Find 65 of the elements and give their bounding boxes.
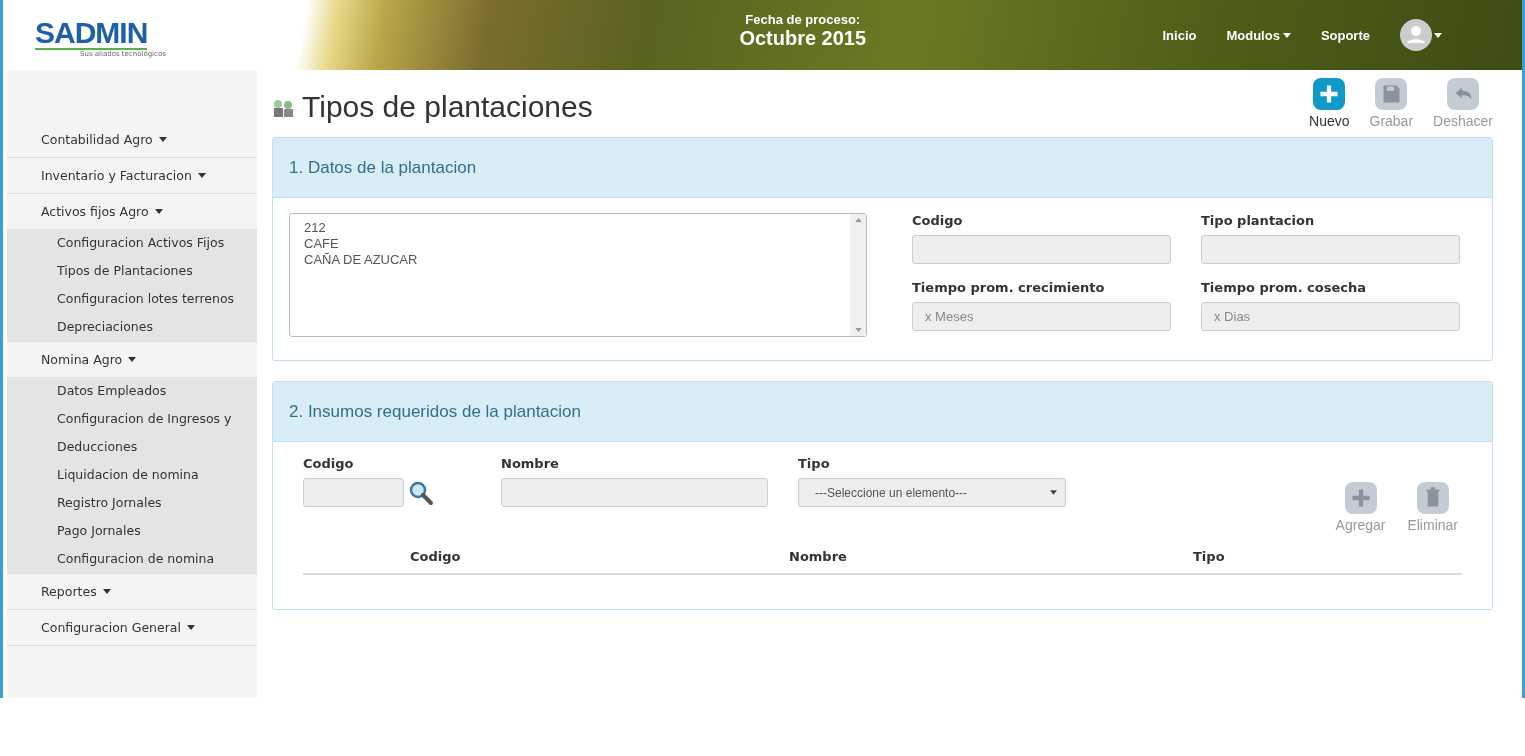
sidebar-subitem[interactable]: Liquidacion de nomina [7, 461, 257, 489]
caret-icon [1282, 32, 1291, 38]
plus-icon [1344, 482, 1377, 514]
process-date-label: Fecha de proceso: [745, 12, 861, 27]
scroll-up-icon[interactable] [854, 218, 862, 222]
field-label: Codigo [912, 213, 964, 228]
nav-link[interactable]: Soporte [1320, 27, 1370, 43]
sidebar-item[interactable]: Contabilidad Agro [7, 122, 257, 158]
field-label: Nombre [501, 456, 560, 471]
caret-icon [1050, 490, 1057, 495]
list-option[interactable]: 212 [304, 220, 836, 236]
list-box[interactable]: 212 CAFE CAÑA DE AZUCAR [289, 213, 867, 337]
scroll-down-icon[interactable] [854, 328, 862, 332]
sidebar-item[interactable]: Reportes [7, 574, 257, 610]
sidebar-subitem[interactable]: Configuracion de Ingresos y [7, 405, 257, 433]
list-option[interactable]: CAÑA DE AZUCAR [304, 252, 836, 268]
trash-icon [1416, 482, 1449, 514]
caret-icon [154, 209, 163, 214]
sidebar-subitem[interactable]: Pago Jornales [7, 517, 257, 545]
sidebar-subitem[interactable]: Configuracion de nomina [7, 545, 257, 573]
sidebar-subitem[interactable]: Depreciaciones [7, 313, 257, 341]
caret-icon [1434, 32, 1442, 38]
input-field[interactable]: x Meses [912, 302, 1171, 331]
toolbar-button[interactable]: Nuevo [1309, 78, 1350, 129]
field-label: Tipo [798, 456, 831, 471]
column-header: Codigo [410, 549, 461, 564]
input-field[interactable] [1201, 235, 1460, 264]
nav-link[interactable]: Modulos [1226, 27, 1291, 43]
sidebar-subitem[interactable]: Datos Empleados [7, 377, 257, 405]
sidebar-item[interactable]: Configuracion General [7, 610, 257, 646]
logo-wordmark: SADMIN [35, 18, 148, 50]
plus-icon [1313, 78, 1346, 110]
input-field[interactable]: x Dias [1201, 302, 1460, 331]
caret-icon [158, 137, 167, 142]
search-icon[interactable] [408, 479, 434, 506]
list-option[interactable]: CAFE [304, 236, 836, 252]
sidebar-item[interactable]: Activos fijos Agro [7, 194, 257, 229]
sidebar-subitem[interactable]: Tipos de Plantaciones [7, 257, 257, 285]
process-date-value: Octubre 2015 [739, 27, 867, 50]
panel-title: 2. Insumos requeridos de la plantacion [289, 401, 581, 422]
sidebar-subitem[interactable]: Deducciones [7, 433, 257, 461]
field-label: Tipo plantacion [1201, 213, 1316, 228]
input-field[interactable] [303, 478, 404, 507]
caret-icon [197, 173, 206, 178]
nav-link[interactable]: Inicio [1162, 27, 1197, 43]
select-dropdown[interactable]: ---Seleccione un elemento--- [798, 478, 1066, 507]
avatar-icon [1400, 19, 1432, 51]
sidebar-subitem[interactable]: Registro Jornales [7, 489, 257, 517]
user-menu[interactable] [1400, 19, 1442, 51]
field-label: Tiempo prom. cosecha [1201, 280, 1368, 295]
input-field[interactable] [501, 478, 768, 507]
column-header: Nombre [789, 549, 847, 564]
field-label: Tiempo prom. crecimiento [912, 280, 1106, 295]
input-field[interactable] [912, 235, 1171, 264]
caret-icon [187, 625, 195, 630]
column-header: Tipo [1193, 549, 1225, 564]
panel-title: 1. Datos de la plantacion [289, 157, 477, 178]
sidebar-subitem[interactable]: Configuracion Activos Fijos [7, 229, 257, 257]
caret-icon [102, 589, 111, 594]
page-title: Tipos de plantaciones [302, 89, 593, 124]
sidebar-subitem[interactable]: Configuracion lotes terrenos [7, 285, 257, 313]
sidebar-item[interactable]: Nomina Agro [7, 342, 257, 377]
caret-icon [128, 357, 137, 362]
sidebar-item[interactable]: Inventario y Facturacion [7, 158, 257, 194]
field-label: Codigo [303, 456, 355, 471]
